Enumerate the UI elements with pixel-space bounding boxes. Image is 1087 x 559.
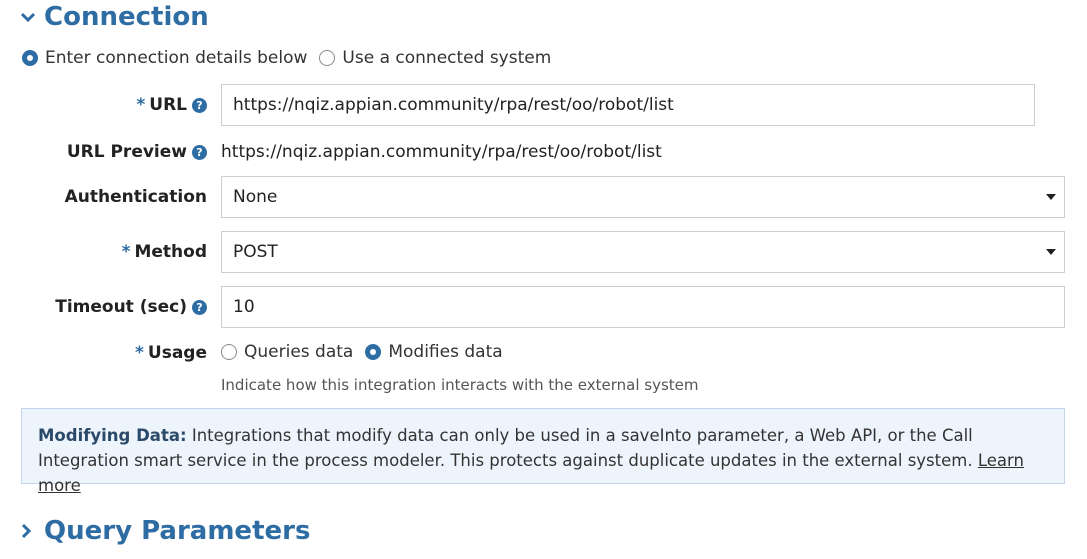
chevron-right-icon: [20, 522, 38, 540]
connection-section-header[interactable]: Connection: [20, 2, 209, 32]
modifying-data-info-box: Modifying Data: Integrations that modify…: [21, 408, 1065, 495]
usage-radio-group: Queries data Modifies data: [221, 342, 515, 362]
help-icon[interactable]: ?: [192, 97, 207, 113]
required-marker: *: [121, 242, 131, 262]
radio-unselected-icon: [221, 344, 237, 360]
authentication-selected-value: None: [233, 187, 278, 207]
radio-enter-details[interactable]: Enter connection details below: [22, 48, 307, 68]
method-label: * Method: [122, 242, 207, 262]
radio-selected-icon: [365, 344, 382, 360]
url-input[interactable]: [221, 84, 1035, 126]
required-marker: *: [136, 95, 146, 115]
radio-modifies-data[interactable]: Modifies data: [365, 342, 503, 362]
authentication-label: Authentication: [65, 187, 207, 207]
timeout-label: Timeout (sec) ?: [55, 297, 207, 317]
caret-down-icon: [1046, 249, 1056, 255]
connection-type-radio-group: Enter connection details below Use a con…: [22, 48, 563, 68]
radio-queries-data[interactable]: Queries data: [221, 342, 353, 362]
url-label-text: URL: [149, 95, 187, 115]
help-icon[interactable]: ?: [192, 144, 207, 160]
method-label-text: Method: [134, 242, 207, 262]
url-preview-label-text: URL Preview: [66, 142, 187, 162]
radio-queries-data-label: Queries data: [244, 342, 354, 362]
radio-unselected-icon: [319, 50, 336, 66]
query-parameters-title: Query Parameters: [44, 516, 311, 546]
info-box-title: Modifying Data:: [38, 426, 187, 445]
url-label: * URL ?: [136, 95, 207, 115]
query-parameters-section-header[interactable]: Query Parameters: [20, 516, 310, 546]
required-marker: *: [135, 343, 144, 363]
radio-connected-system[interactable]: Use a connected system: [319, 48, 551, 68]
timeout-input[interactable]: [221, 286, 1065, 328]
method-selected-value: POST: [233, 242, 278, 262]
authentication-dropdown[interactable]: None: [221, 176, 1065, 218]
help-icon[interactable]: ?: [192, 299, 207, 315]
url-preview-label: URL Preview ?: [67, 142, 207, 162]
radio-enter-details-label: Enter connection details below: [45, 48, 308, 68]
authentication-label-text: Authentication: [64, 187, 207, 207]
chevron-down-icon: [20, 8, 38, 26]
radio-modifies-data-label: Modifies data: [388, 342, 503, 362]
usage-label: * Usage: [135, 343, 207, 363]
method-dropdown[interactable]: POST: [221, 231, 1065, 273]
connection-title: Connection: [44, 2, 209, 32]
timeout-label-text: Timeout (sec): [55, 297, 187, 317]
usage-hint: Indicate how this integration interacts …: [221, 376, 699, 394]
usage-label-text: Usage: [147, 343, 207, 363]
radio-connected-system-label: Use a connected system: [342, 48, 552, 68]
radio-selected-icon: [22, 50, 38, 66]
url-preview-value: https://nqiz.appian.community/rpa/rest/o…: [221, 142, 662, 162]
caret-down-icon: [1046, 194, 1056, 200]
